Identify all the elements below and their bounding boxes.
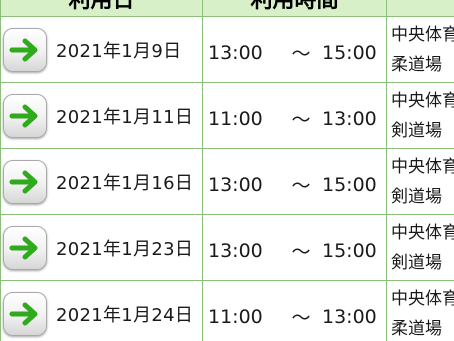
time-cell: 13:00 ～ 15:00 [202,16,387,83]
right-arrow-icon [9,302,38,325]
end-time: 15:00 [322,239,377,262]
right-arrow-icon [9,38,38,61]
facility-name: 中央体育 [391,24,454,45]
row-detail-button[interactable] [3,291,47,336]
time-cell: 13:00 ～ 15:00 [202,214,387,281]
end-time: 13:00 [322,107,377,130]
row-detail-button[interactable] [3,225,47,270]
date-cell: 2021年1月16日 [0,148,203,215]
facility-cell: 中央体育 柔道場 [386,280,454,341]
facility-name: 中央体育 [391,90,454,111]
room-name: 剣道場 [391,186,442,207]
row-detail-button[interactable] [3,159,47,204]
right-arrow-icon [9,104,38,127]
table-row: 2021年1月23日 13:00 ～ 15:00 中央体育 剣道場 [0,214,454,281]
start-time: 13:00 [208,239,263,262]
reservation-table: 利用日 利用時間 2021年1月9日 13:00 ～ 15:00 中央体育 柔道… [0,0,454,341]
usage-date: 2021年1月16日 [56,172,194,194]
usage-date: 2021年1月9日 [56,40,182,62]
room-name: 柔道場 [391,318,442,339]
table-row: 2021年1月11日 11:00 ～ 13:00 中央体育 剣道場 [0,82,454,149]
date-cell: 2021年1月23日 [0,214,203,281]
header-facility [386,0,454,17]
usage-date: 2021年1月23日 [56,238,194,260]
time-separator: ～ [291,109,311,131]
time-separator: ～ [291,175,311,197]
time-cell: 11:00 ～ 13:00 [202,280,387,341]
right-arrow-icon [9,170,38,193]
start-time: 11:00 [208,107,263,130]
usage-date: 2021年1月11日 [56,106,194,128]
right-arrow-icon [9,236,38,259]
time-cell: 13:00 ～ 15:00 [202,148,387,215]
start-time: 11:00 [208,305,263,328]
facility-cell: 中央体育 柔道場 [386,16,454,83]
table-header-row: 利用日 利用時間 [0,0,454,17]
start-time: 13:00 [208,41,263,64]
start-time: 13:00 [208,173,263,196]
row-detail-button[interactable] [3,27,47,72]
facility-name: 中央体育 [391,288,454,309]
facility-name: 中央体育 [391,156,454,177]
end-time: 15:00 [322,173,377,196]
time-separator: ～ [291,43,311,65]
time-separator: ～ [291,307,311,329]
facility-cell: 中央体育 剣道場 [386,82,454,149]
room-name: 柔道場 [391,54,442,75]
facility-cell: 中央体育 剣道場 [386,214,454,281]
time-cell: 11:00 ～ 13:00 [202,82,387,149]
time-separator: ～ [291,241,311,263]
reservation-list: 利用日 利用時間 2021年1月9日 13:00 ～ 15:00 中央体育 柔道… [0,0,454,341]
facility-name: 中央体育 [391,222,454,243]
header-usage-date: 利用日 [0,0,203,17]
room-name: 剣道場 [391,252,442,273]
table-row: 2021年1月16日 13:00 ～ 15:00 中央体育 剣道場 [0,148,454,215]
date-cell: 2021年1月9日 [0,16,203,83]
header-usage-time: 利用時間 [202,0,387,17]
table-row: 2021年1月9日 13:00 ～ 15:00 中央体育 柔道場 [0,16,454,83]
end-time: 15:00 [322,41,377,64]
facility-cell: 中央体育 剣道場 [386,148,454,215]
usage-date: 2021年1月24日 [56,304,194,326]
end-time: 13:00 [322,305,377,328]
date-cell: 2021年1月11日 [0,82,203,149]
date-cell: 2021年1月24日 [0,280,203,341]
table-row: 2021年1月24日 11:00 ～ 13:00 中央体育 柔道場 [0,280,454,341]
row-detail-button[interactable] [3,93,47,138]
room-name: 剣道場 [391,120,442,141]
